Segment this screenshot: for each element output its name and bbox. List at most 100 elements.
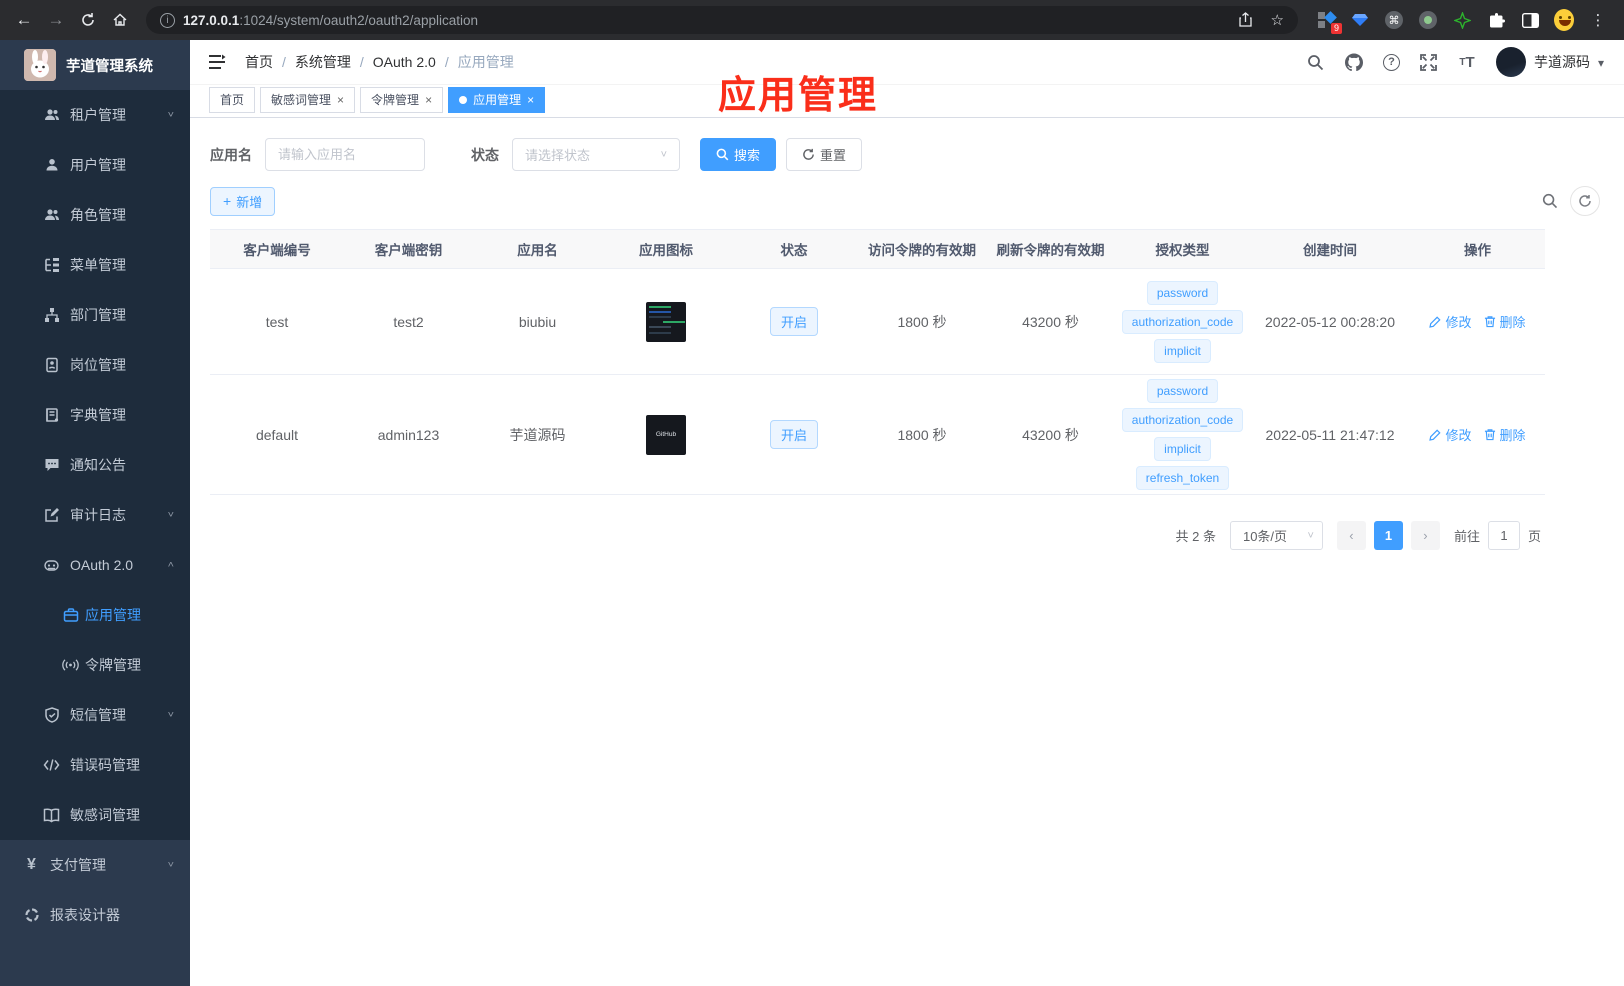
breadcrumb-oauth[interactable]: OAuth 2.0 (373, 54, 436, 70)
toolbar: + 新增 (210, 186, 1604, 216)
shield-check-icon (43, 707, 60, 724)
status-tag[interactable]: 开启 (769, 420, 818, 449)
pencil-icon (1429, 315, 1442, 328)
tab-sensitiveword[interactable]: 敏感词管理 × (260, 86, 356, 113)
side-panel-icon[interactable] (1520, 10, 1540, 30)
access-token-ttl: 1800 秒 (897, 426, 947, 443)
search-button[interactable]: 搜索 (700, 138, 777, 171)
breadcrumb-system[interactable]: 系统管理 (295, 52, 351, 72)
delete-link[interactable]: 删除 (1484, 425, 1526, 444)
add-button[interactable]: + 新增 (210, 186, 276, 216)
breadcrumb-home[interactable]: 首页 (245, 52, 273, 72)
close-icon[interactable]: × (337, 93, 344, 107)
prev-page-button[interactable]: ‹ (1336, 521, 1366, 550)
segmented-circle-icon (23, 907, 40, 924)
help-icon[interactable]: ? (1382, 53, 1400, 71)
refresh-table-button[interactable] (1570, 186, 1600, 216)
grant-tag: password (1146, 280, 1219, 305)
sidebar-item-errorcode[interactable]: 错误码管理 (0, 740, 190, 790)
chrome-menu-icon[interactable]: ⋮ (1588, 10, 1608, 30)
font-size-icon[interactable]: TT (1458, 53, 1476, 71)
chevron-down-icon: ˅ (167, 510, 174, 520)
extension-star-icon[interactable] (1452, 10, 1472, 30)
tab-application[interactable]: 应用管理 × (448, 86, 546, 113)
close-icon[interactable]: × (527, 93, 534, 107)
user-menu[interactable]: 芋道源码 (1495, 47, 1604, 77)
sidebar-item-oauth-application[interactable]: 应用管理 (0, 590, 190, 640)
share-icon[interactable] (1238, 12, 1253, 28)
edit-link[interactable]: 修改 (1429, 312, 1472, 331)
goto-page-input[interactable] (1487, 521, 1520, 550)
app-logo-row[interactable]: 芋道管理系统 (0, 40, 190, 90)
sidebar-item-menu-mgmt[interactable]: 菜单管理 (0, 240, 190, 290)
sidebar-item-tenant[interactable]: 租户管理 ˅ (0, 90, 190, 140)
sidebar-item-dict[interactable]: 字典管理 (0, 390, 190, 440)
grant-tag: authorization_code (1121, 309, 1244, 334)
sidebar-item-oauth[interactable]: OAuth 2.0 ˄ (0, 540, 190, 590)
extension-capture-icon[interactable]: 9 (1316, 10, 1342, 34)
app-name-input[interactable] (265, 138, 425, 171)
sidebar-item-role[interactable]: 角色管理 (0, 190, 190, 240)
grant-tag: refresh_token (1135, 466, 1230, 490)
sidebar-item-sensitiveword[interactable]: 敏感词管理 (0, 790, 190, 840)
extension-command-icon[interactable]: ⌘ (1384, 10, 1404, 30)
extensions-puzzle-icon[interactable] (1486, 10, 1506, 30)
grant-types: password authorization_code implicit (1115, 278, 1250, 365)
browser-forward-icon[interactable]: → (42, 6, 70, 34)
browser-reload-icon[interactable] (74, 6, 102, 34)
sidebar-item-pay[interactable]: ¥ 支付管理 ˅ (0, 840, 190, 890)
page-content: 应用名 状态 请选择状态 ˅ 搜索 重置 (190, 118, 1624, 570)
app-title: 芋道管理系统 (66, 58, 153, 75)
browser-back-icon[interactable]: ← (10, 6, 38, 34)
fullscreen-icon[interactable] (1420, 53, 1438, 71)
open-book-icon (43, 807, 60, 824)
edit-link[interactable]: 修改 (1429, 425, 1472, 444)
created-time: 2022-05-12 00:28:20 (1265, 313, 1395, 330)
sidebar-item-audit[interactable]: 审计日志 ˅ (0, 490, 190, 540)
sidebar-menu: 租户管理 ˅ 用户管理 角色管理 菜单管理 部门管理 岗位管理 字典管理 通知公… (0, 90, 190, 986)
grant-types: password authorization_code implicit ref… (1115, 377, 1250, 493)
github-icon[interactable] (1344, 53, 1363, 71)
reset-button[interactable]: 重置 (786, 138, 863, 171)
sidebar-item-notice[interactable]: 通知公告 (0, 440, 190, 490)
header-search-icon[interactable] (1307, 53, 1325, 71)
address-bar[interactable]: i 127.0.0.1:1024/system/oauth2/oauth2/ap… (146, 6, 1298, 34)
sidebar-item-user[interactable]: 用户管理 (0, 140, 190, 190)
extension-gem-icon[interactable] (1350, 10, 1370, 30)
tree-list-icon (43, 257, 60, 274)
sidebar-item-post[interactable]: 岗位管理 (0, 340, 190, 390)
pencil-icon (1429, 428, 1442, 441)
status-select[interactable]: 请选择状态 ˅ (512, 138, 680, 171)
site-info-icon[interactable]: i (160, 12, 175, 28)
topbar: 首页 / 系统管理 / OAuth 2.0 / 应用管理 ? TT 芋道源码 ▾ (190, 40, 1624, 85)
close-icon[interactable]: × (425, 93, 432, 107)
status-tag[interactable]: 开启 (769, 307, 818, 336)
extension-recorder-icon[interactable] (1418, 10, 1438, 30)
sidebar-item-dept[interactable]: 部门管理 (0, 290, 190, 340)
tab-home[interactable]: 首页 (209, 86, 256, 113)
chevron-down-icon: ˅ (167, 860, 174, 870)
access-token-ttl: 1800 秒 (897, 313, 947, 330)
sidebar-item-report-designer[interactable]: 报表设计器 (0, 890, 190, 940)
user-avatar (1495, 47, 1526, 77)
browser-home-icon[interactable] (106, 6, 134, 34)
tab-token[interactable]: 令牌管理 × (360, 86, 444, 113)
status-label: 状态 (471, 146, 499, 163)
next-page-button[interactable]: › (1410, 521, 1440, 550)
roles-icon (43, 207, 60, 224)
pagination: 共 2 条 10条/页 ˅ ‹ 1 › 前往 页 (210, 521, 1545, 550)
toggle-search-icon[interactable] (1542, 193, 1558, 209)
page-number-button[interactable]: 1 (1373, 521, 1403, 550)
refresh-token-ttl: 43200 秒 (1022, 313, 1079, 330)
sidebar-item-sms[interactable]: 短信管理 ˅ (0, 690, 190, 740)
collapse-sidebar-icon[interactable] (207, 52, 227, 72)
page-size-select[interactable]: 10条/页 ˅ (1229, 521, 1323, 550)
sidebar-item-oauth-token[interactable]: 令牌管理 (0, 640, 190, 690)
profile-avatar-icon[interactable] (1554, 9, 1574, 31)
applications-table: 客户端编号 客户端密钥 应用名 应用图标 状态 访问令牌的有效期 刷新令牌的有效… (210, 229, 1545, 495)
red-annotation-title: 应用管理 (718, 75, 879, 117)
delete-link[interactable]: 删除 (1484, 312, 1526, 331)
bookmark-star-icon[interactable]: ☆ (1271, 11, 1284, 29)
user-icon (43, 157, 60, 174)
created-time: 2022-05-11 21:47:12 (1265, 426, 1395, 443)
